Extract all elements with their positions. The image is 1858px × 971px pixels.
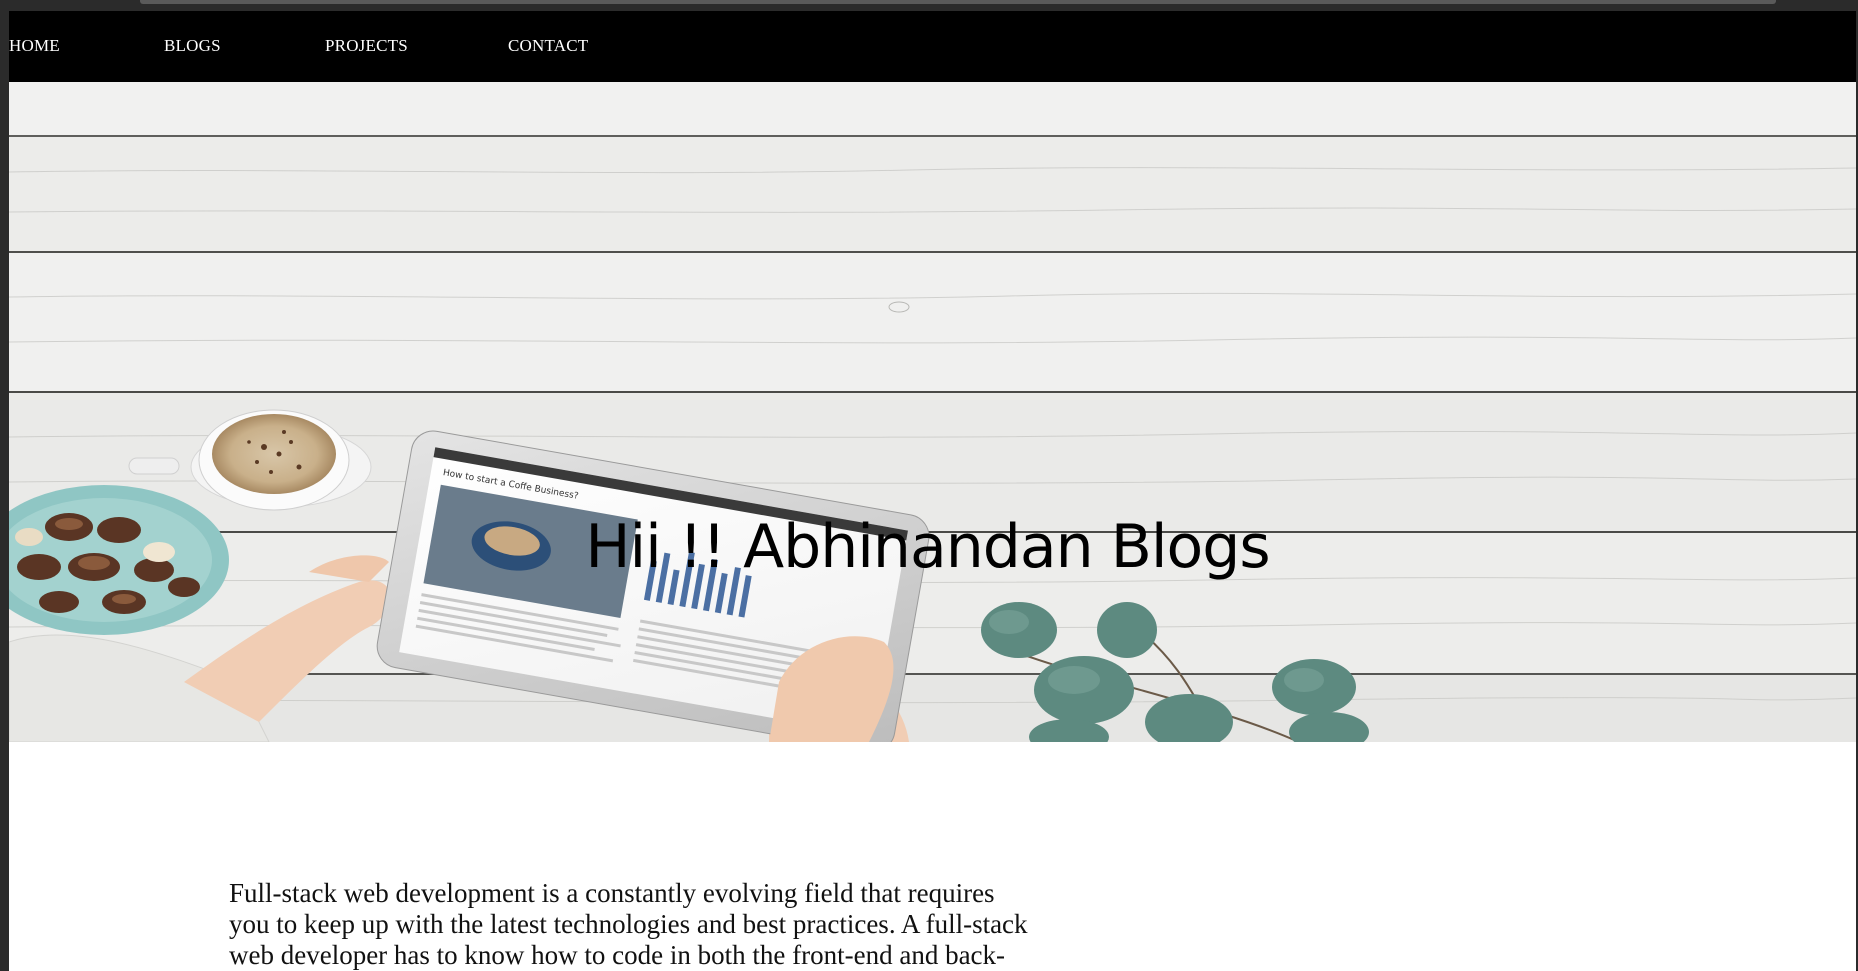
- nav-link-blogs[interactable]: BLOGS: [164, 36, 221, 56]
- hero-banner: How to start a Coffe Business? Hii !! Ab…: [9, 82, 1856, 742]
- nav-link-projects[interactable]: PROJECTS: [325, 36, 408, 56]
- window-frame-left: [0, 0, 9, 971]
- nav-link-home[interactable]: HOME: [9, 36, 60, 56]
- hero-title-text: Hii !! Abhinandan Blogs: [585, 512, 1270, 582]
- window-frame-top: [0, 0, 1858, 11]
- nav-link-contact[interactable]: CONTACT: [508, 36, 588, 56]
- window-scrollbar-track: [140, 0, 1776, 4]
- hero-title: Hii !! Abhinandan Blogs: [9, 507, 1856, 587]
- intro-paragraph: Full-stack web development is a constant…: [229, 878, 1028, 970]
- top-navbar: HOME BLOGS PROJECTS CONTACT: [9, 11, 1856, 82]
- hero-background-image: How to start a Coffe Business?: [9, 82, 1856, 742]
- browser-viewport: HOME BLOGS PROJECTS CONTACT How to start…: [0, 0, 1858, 971]
